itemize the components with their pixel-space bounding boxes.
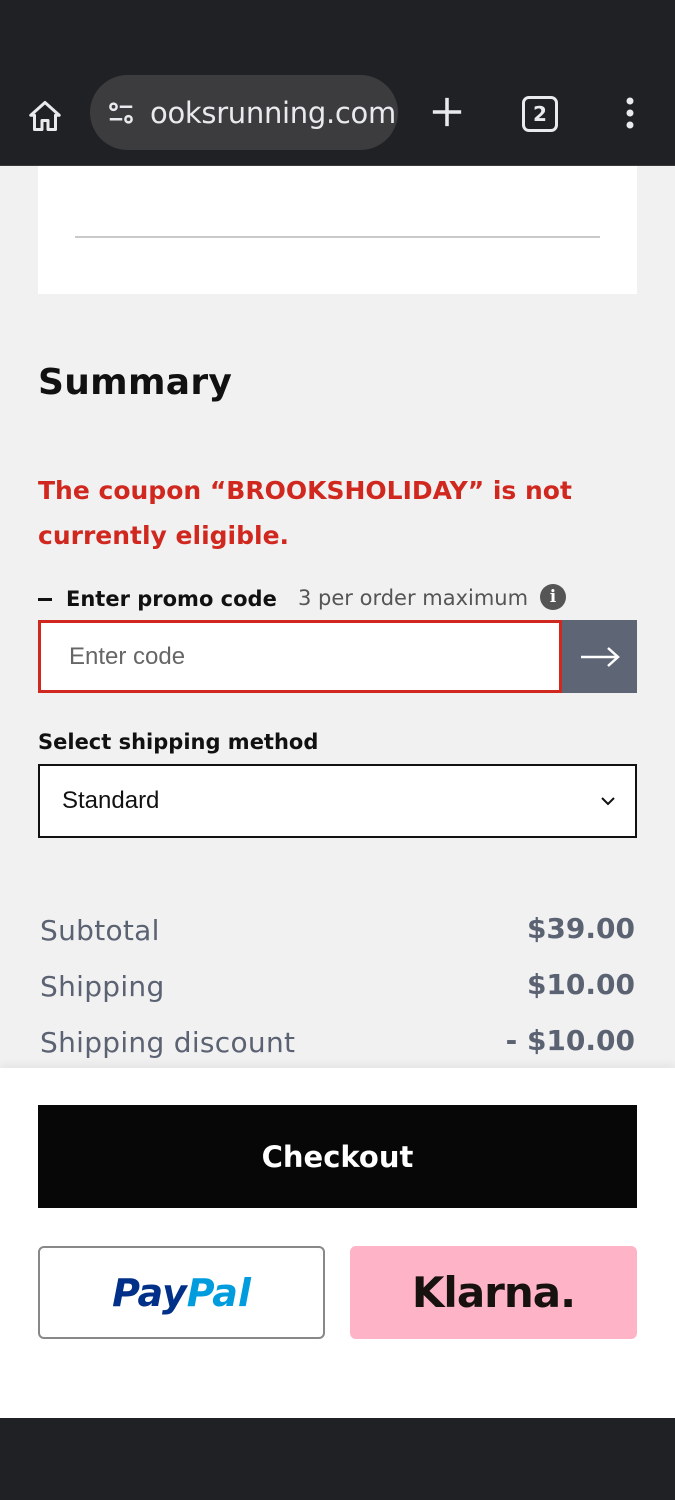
divider — [75, 236, 600, 238]
shipping-method-value: Standard — [62, 787, 160, 814]
shipping-method-label: Select shipping method — [38, 730, 319, 754]
summary-title: Summary — [38, 362, 233, 403]
coupon-error-message: The coupon “BROOKSHOLIDAY” is not curren… — [38, 476, 572, 550]
totals-row: Shipping $10.00 — [38, 968, 637, 1024]
klarna-button[interactable]: Klarna. — [350, 1246, 637, 1339]
shipping-method-select[interactable]: Standard — [38, 764, 637, 838]
totals-label: Subtotal — [40, 914, 160, 947]
paypal-logo-part1: Pay — [112, 1270, 187, 1315]
promo-submit-button[interactable] — [562, 620, 637, 693]
totals-amount: - $10.00 — [505, 1024, 635, 1057]
info-icon[interactable]: i — [540, 584, 566, 610]
promo-label: Enter promo code — [66, 587, 277, 611]
arrow-right-icon — [580, 646, 620, 667]
cart-item-card — [38, 166, 637, 294]
totals-row: Subtotal $39.00 — [38, 912, 637, 968]
collapse-dash-icon — [38, 597, 52, 601]
totals-label: Shipping discount — [40, 1026, 296, 1059]
totals-amount: $39.00 — [526, 912, 635, 945]
promo-input-wrapper — [38, 620, 562, 693]
system-nav-bar — [0, 1418, 675, 1500]
chevron-down-icon — [601, 797, 615, 806]
totals-label: Shipping — [40, 970, 165, 1003]
totals-row: Shipping discount - $10.00 — [38, 1024, 637, 1068]
cart-page: Summary The coupon “BROOKSHOLIDAY” is no… — [0, 166, 675, 1068]
paypal-logo-part2: Pal — [186, 1270, 251, 1315]
browser-toolbar: ooksrunning.com 2 — [0, 75, 675, 166]
address-bar[interactable]: ooksrunning.com — [90, 75, 398, 150]
status-bar — [0, 0, 675, 75]
paypal-button[interactable]: Pay Pal — [38, 1246, 325, 1339]
url-text: ooksrunning.com — [150, 95, 396, 130]
tab-switcher-icon[interactable]: 2 — [522, 96, 558, 132]
checkout-button[interactable]: Checkout — [38, 1105, 637, 1208]
promo-toggle[interactable]: Enter promo code 3 per order maximum i — [38, 584, 638, 614]
promo-code-input[interactable] — [41, 623, 559, 690]
promo-max-note: 3 per order maximum — [298, 586, 529, 610]
more-vert-icon[interactable] — [610, 90, 650, 136]
checkout-footer: Checkout Pay Pal Klarna. — [0, 1068, 675, 1418]
klarna-logo: Klarna. — [411, 1268, 576, 1317]
home-icon[interactable] — [22, 93, 68, 139]
site-settings-icon[interactable] — [106, 98, 136, 128]
totals-amount: $10.00 — [526, 968, 635, 1001]
new-tab-plus-icon[interactable] — [424, 89, 470, 135]
order-totals: Subtotal $39.00 Shipping $10.00 Shipping… — [38, 912, 637, 1068]
